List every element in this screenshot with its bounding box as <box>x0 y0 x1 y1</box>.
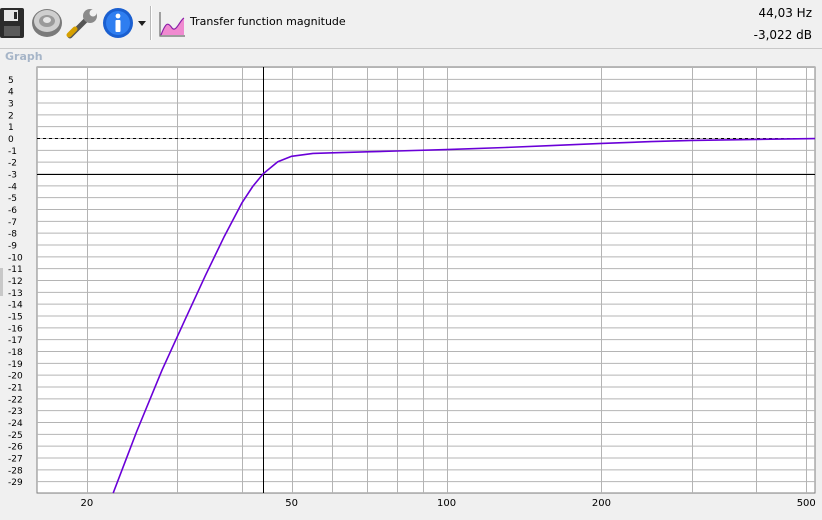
y-tick-label: 3 <box>8 100 14 110</box>
y-tick-label: -23 <box>8 407 23 417</box>
y-tick-label: -18 <box>8 348 23 358</box>
y-tick-label: 1 <box>8 123 14 133</box>
y-tick-label: -8 <box>8 230 17 240</box>
y-tick-label: -16 <box>8 324 23 334</box>
y-tick-label: -12 <box>8 277 23 287</box>
y-tick-label: -2 <box>8 159 17 169</box>
x-tick-label: 200 <box>592 498 611 509</box>
y-tick-label: -4 <box>8 182 17 192</box>
y-tick-label: -26 <box>8 443 23 453</box>
x-tick-label: 100 <box>437 498 456 509</box>
y-tick-label: -19 <box>8 360 23 370</box>
y-tick-label: -22 <box>8 395 23 405</box>
y-tick-label: -21 <box>8 384 23 394</box>
x-tick-label: 50 <box>285 498 298 509</box>
x-tick-label: 20 <box>81 498 94 509</box>
y-tick-label: -17 <box>8 336 23 346</box>
y-tick-label: -11 <box>8 265 23 275</box>
y-tick-label: -27 <box>8 455 23 465</box>
y-tick-label: -24 <box>8 419 23 429</box>
x-axis-labels: 20 50 100 200 500 <box>81 498 816 509</box>
x-tick-label: 500 <box>797 498 816 509</box>
y-axis-labels: 5 4 32 1 0 -1 -2 -3-4 -5 -6 -7 -8 -9-10 -11 -12 -13 -14 -… <box>8 76 23 488</box>
y-tick-label: 2 <box>8 111 14 121</box>
y-tick-label: -5 <box>8 194 17 204</box>
y-tick-label: -14 <box>8 301 23 311</box>
y-tick-label: 0 <box>8 135 14 145</box>
y-tick-label: -7 <box>8 218 17 228</box>
y-tick-label: -15 <box>8 313 23 323</box>
y-tick-label: -10 <box>8 253 23 263</box>
y-tick-label: -3 <box>8 171 17 181</box>
y-tick-label: -1 <box>8 147 17 157</box>
y-tick-label: -29 <box>8 478 23 488</box>
y-tick-label: 5 <box>8 76 14 86</box>
y-tick-label: -9 <box>8 242 17 252</box>
y-tick-label: -6 <box>8 206 17 216</box>
splitter-grip[interactable] <box>0 268 3 296</box>
y-tick-label: -13 <box>8 289 23 299</box>
y-tick-label: -25 <box>8 431 23 441</box>
y-tick-label: 4 <box>8 88 14 98</box>
y-tick-label: -28 <box>8 466 23 476</box>
transfer-function-chart[interactable]: 5 4 32 1 0 -1 -2 -3-4 -5 -6 -7 -8 -9-10 -11 -12 -13 -14 -… <box>0 0 822 520</box>
y-tick-label: -20 <box>8 372 23 382</box>
